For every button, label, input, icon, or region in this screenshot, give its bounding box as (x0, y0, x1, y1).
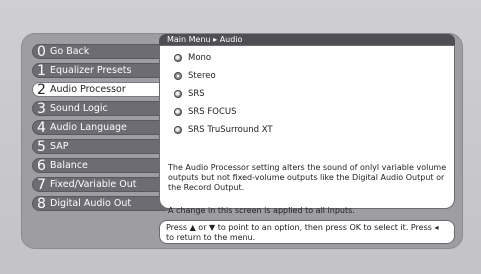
radio-selected-icon (174, 72, 182, 80)
option-label: SRS FOCUS (188, 107, 237, 117)
menu-item-number: 5 (37, 139, 46, 154)
option-srs[interactable]: SRS (174, 88, 205, 100)
menu-item-label: Digital Audio Out (50, 198, 132, 209)
menu-item-label: Audio Processor (50, 84, 126, 95)
menu-item-equalizer-presets[interactable]: 1 Equalizer Presets (32, 63, 172, 78)
navigation-hint: Press ▲ or ▼ to point to an option, then… (159, 220, 455, 244)
menu-item-number: 7 (37, 177, 46, 192)
menu-item-number: 0 (37, 44, 46, 59)
menu-item-digital-audio-out[interactable]: 8 Digital Audio Out (32, 196, 172, 211)
menu-panel: 0 Go Back 1 Equalizer Presets 2 Audio Pr… (21, 33, 463, 249)
radio-icon (174, 108, 182, 116)
tv-screen: 0 Go Back 1 Equalizer Presets 2 Audio Pr… (0, 0, 481, 274)
menu-item-label: Go Back (50, 46, 90, 57)
menu-item-number: 1 (37, 63, 46, 78)
menu-item-balance[interactable]: 6 Balance (32, 158, 172, 173)
breadcrumb: Main Menu ▸ Audio (159, 34, 455, 45)
menu-item-audio-language[interactable]: 4 Audio Language (32, 120, 172, 135)
menu-item-sound-logic[interactable]: 3 Sound Logic (32, 101, 172, 116)
menu-item-label: SAP (50, 141, 69, 152)
audio-processor-panel: Mono Stereo SRS SRS FOCUS SRS TruSurroun… (159, 45, 455, 215)
menu-item-number: 6 (37, 158, 46, 173)
option-stereo[interactable]: Stereo (174, 70, 216, 82)
radio-icon (174, 90, 182, 98)
menu-item-sap[interactable]: 5 SAP (32, 139, 172, 154)
menu-item-label: Sound Logic (50, 103, 108, 114)
menu-item-label: Audio Language (50, 122, 127, 133)
option-label: SRS (188, 89, 205, 99)
option-label: Mono (188, 53, 212, 63)
radio-icon (174, 54, 182, 62)
menu-item-go-back[interactable]: 0 Go Back (32, 44, 172, 59)
menu-item-number: 3 (37, 101, 46, 116)
menu-item-number: 4 (37, 120, 46, 135)
menu-item-fixed-variable-out[interactable]: 7 Fixed/Variable Out (32, 177, 172, 192)
option-srs-trusurround-xt[interactable]: SRS TruSurround XT (174, 124, 273, 136)
menu-item-audio-processor[interactable]: 2 Audio Processor (32, 82, 172, 97)
menu-item-label: Equalizer Presets (50, 65, 132, 76)
menu-item-number: 2 (37, 82, 46, 97)
option-label: Stereo (188, 71, 216, 81)
menu-item-label: Balance (50, 160, 88, 171)
option-label: SRS TruSurround XT (188, 125, 273, 135)
description-text: The Audio Processor setting alters the s… (168, 163, 447, 192)
note-text: A change in this screen is applied to al… (168, 206, 355, 215)
radio-icon (174, 126, 182, 134)
option-srs-focus[interactable]: SRS FOCUS (174, 106, 237, 118)
menu-item-number: 8 (37, 196, 46, 211)
side-menu: 0 Go Back 1 Equalizer Presets 2 Audio Pr… (32, 44, 172, 215)
option-mono[interactable]: Mono (174, 52, 211, 64)
menu-item-label: Fixed/Variable Out (50, 179, 137, 190)
